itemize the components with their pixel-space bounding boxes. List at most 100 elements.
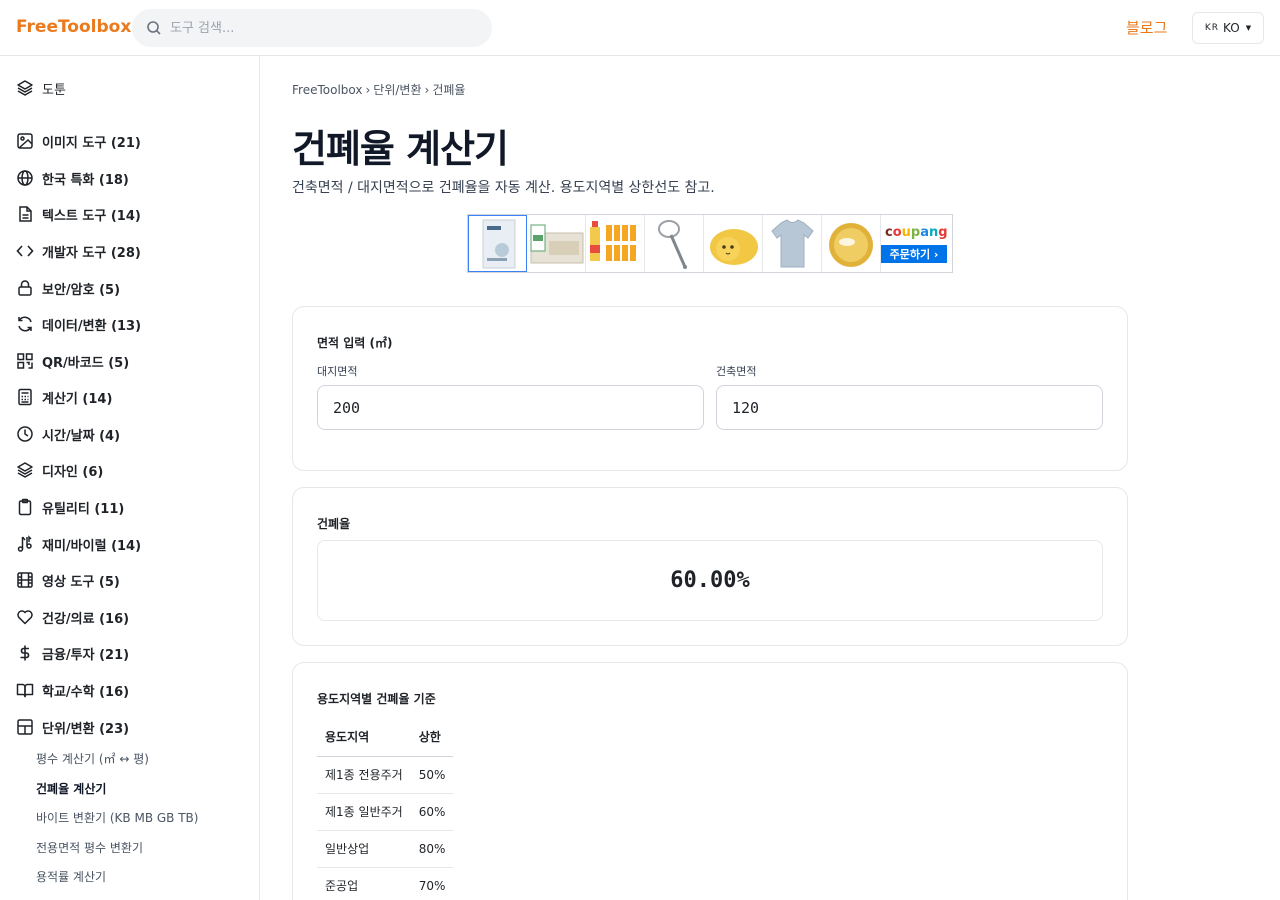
coupang-order-button[interactable]: 주문하기 › <box>881 245 947 263</box>
globe-icon <box>16 169 34 187</box>
result-card: 건폐율 60.00% <box>292 487 1128 646</box>
sidebar-item-health[interactable]: 건강/의료 (16) <box>16 605 129 629</box>
sidebar-item-label: 텍스트 도구 (14) <box>42 208 141 224</box>
limit-cell: 70% <box>410 867 454 900</box>
breadcrumb: FreeToolbox › 단위/변환 › 건폐율 <box>292 81 465 98</box>
breadcrumb-home[interactable]: FreeToolbox <box>292 83 362 97</box>
sidebar-item-time[interactable]: 시간/날짜 (4) <box>16 422 120 446</box>
caret-down-icon: ▼ <box>1245 24 1252 32</box>
file-text-icon <box>16 205 34 223</box>
sidebar-item-label: 단위/변환 (23) <box>42 721 130 737</box>
sidebar-item-video[interactable]: 영상 도구 (5) <box>16 568 120 592</box>
breadcrumb-category[interactable]: 단위/변환 <box>373 83 421 97</box>
zone-cell: 제1종 일반주거 <box>317 793 411 831</box>
page-title: 건폐율 계산기 <box>292 127 509 171</box>
ad-product-milk-pack[interactable] <box>527 215 586 272</box>
sidebar-item-korea[interactable]: 한국 특화 (18) <box>16 166 129 190</box>
layers-icon <box>16 79 34 97</box>
sidebar-item-label: 도툰 <box>42 82 66 98</box>
refresh-icon <box>16 315 34 333</box>
flag-kr-icon: KR <box>1204 23 1220 33</box>
sidebar-item-label: 학교/수학 (16) <box>42 684 130 700</box>
area-input-title: 면적 입력 (㎡) <box>317 336 393 350</box>
sidebar-item-developer[interactable]: 개발자 도구 (28) <box>16 239 141 263</box>
ad-product-peeler[interactable] <box>645 215 704 272</box>
sidebar-item-label: 유틸리티 (11) <box>42 501 125 517</box>
sidebar-item-data[interactable]: 데이터/변환 (13) <box>16 312 141 336</box>
table-row: 준공업 70% <box>317 867 454 900</box>
area-input-card: 면적 입력 (㎡) 대지면적 건축면적 <box>292 306 1128 471</box>
table-row: 일반상업 80% <box>317 830 454 868</box>
ad-product-drinks[interactable] <box>586 215 645 272</box>
zone-cell: 일반상업 <box>317 830 411 868</box>
sidebar-item-units[interactable]: 단위/변환 (23) <box>16 715 129 739</box>
sidebar-item-security[interactable]: 보안/암호 (5) <box>16 276 120 300</box>
land-area-input[interactable] <box>317 385 704 430</box>
sidebar-item-label: 데이터/변환 (13) <box>42 318 142 334</box>
coupang-logo: coupang <box>885 225 948 240</box>
sidebar-item-top[interactable]: 도툰 <box>16 76 66 100</box>
image-icon <box>16 132 34 150</box>
blog-link[interactable]: 블로그 <box>1126 17 1167 38</box>
sidebar-item-label: QR/바코드 (5) <box>42 355 130 371</box>
breadcrumb-separator: › <box>424 83 430 97</box>
sidebar-subitem-pyeong[interactable]: 평수 계산기 (㎡ ↔ 평) <box>36 750 149 767</box>
sidebar-subitem-byte[interactable]: 바이트 변환기 (KB MB GB TB) <box>36 809 198 826</box>
result-title: 건폐율 <box>317 517 351 531</box>
search-bar[interactable] <box>132 9 492 47</box>
column-header-zone: 용도지역 <box>317 717 411 757</box>
sidebar-item-finance[interactable]: 금융/투자 (21) <box>16 641 129 665</box>
sidebar: 도툰 이미지 도구 (21) 한국 특화 (18) 텍스트 도구 (14) 개발… <box>0 56 260 900</box>
sidebar-item-label: 디자인 (6) <box>42 464 104 480</box>
sidebar-item-label: 재미/바이럴 (14) <box>42 538 142 554</box>
sidebar-item-label: 계산기 (14) <box>42 391 113 407</box>
sidebar-subitem-exclusive-area[interactable]: 전용면적 평수 변환기 <box>36 839 143 856</box>
grid-icon <box>16 718 34 736</box>
calculator-icon <box>16 388 34 406</box>
sidebar-item-design[interactable]: 디자인 (6) <box>16 458 103 482</box>
heart-icon <box>16 608 34 626</box>
ad-product-tshirt[interactable] <box>763 215 822 272</box>
building-area-input[interactable] <box>716 385 1103 430</box>
sidebar-item-school[interactable]: 학교/수학 (16) <box>16 678 129 702</box>
sidebar-item-label: 시간/날짜 (4) <box>42 428 121 444</box>
sidebar-item-label: 보안/암호 (5) <box>42 282 121 298</box>
top-header: FreeToolbox 블로그 KR KO ▼ <box>0 0 1280 56</box>
search-icon <box>147 21 161 35</box>
sidebar-item-text[interactable]: 텍스트 도구 (14) <box>16 202 141 226</box>
ad-product-milk-box[interactable] <box>468 215 527 272</box>
page-description: 건축면적 / 대지면적으로 건폐율을 자동 계산. 용도지역별 상한선도 참고. <box>292 180 715 196</box>
table-header-row: 용도지역 상한 <box>317 717 454 757</box>
zone-standard-title: 용도지역별 건폐율 기준 <box>317 692 436 706</box>
language-label: KO <box>1223 21 1240 35</box>
sidebar-item-label: 건강/의료 (16) <box>42 611 130 627</box>
coverage-ratio-value: 60.00% <box>670 568 750 593</box>
ad-coupang-cta[interactable]: coupang 주문하기 › <box>881 215 948 272</box>
music-icon <box>16 535 34 553</box>
sidebar-item-qr[interactable]: QR/바코드 (5) <box>16 349 129 373</box>
ad-banner[interactable]: coupang 주문하기 › <box>467 214 953 273</box>
sidebar-item-label: 한국 특화 (18) <box>42 172 129 188</box>
sidebar-item-label: 금융/투자 (21) <box>42 647 130 663</box>
zone-cell: 제1종 전용주거 <box>317 756 411 794</box>
code-icon <box>16 242 34 260</box>
column-header-limit: 상한 <box>410 717 454 757</box>
breadcrumb-separator: › <box>365 83 371 97</box>
search-input[interactable] <box>170 9 480 47</box>
sidebar-subitem-coverage-ratio[interactable]: 건폐율 계산기 <box>36 780 106 797</box>
ad-product-character-pillow[interactable] <box>704 215 763 272</box>
sidebar-subitem-floor-area-ratio[interactable]: 용적률 계산기 <box>36 868 106 885</box>
sidebar-item-utility[interactable]: 유틸리티 (11) <box>16 495 124 519</box>
sidebar-item-label: 영상 도구 (5) <box>42 574 120 590</box>
language-selector[interactable]: KR KO ▼ <box>1192 12 1264 44</box>
ad-product-eye-patch[interactable] <box>822 215 881 272</box>
clock-icon <box>16 425 34 443</box>
qr-icon <box>16 352 34 370</box>
sidebar-item-fun[interactable]: 재미/바이럴 (14) <box>16 532 141 556</box>
sidebar-item-image[interactable]: 이미지 도구 (21) <box>16 129 141 153</box>
land-area-label: 대지면적 <box>317 365 358 378</box>
breadcrumb-current: 건폐율 <box>432 83 466 97</box>
site-logo[interactable]: FreeToolbox <box>16 17 131 37</box>
sidebar-item-calculator[interactable]: 계산기 (14) <box>16 385 112 409</box>
sidebar-item-label: 이미지 도구 (21) <box>42 135 141 151</box>
